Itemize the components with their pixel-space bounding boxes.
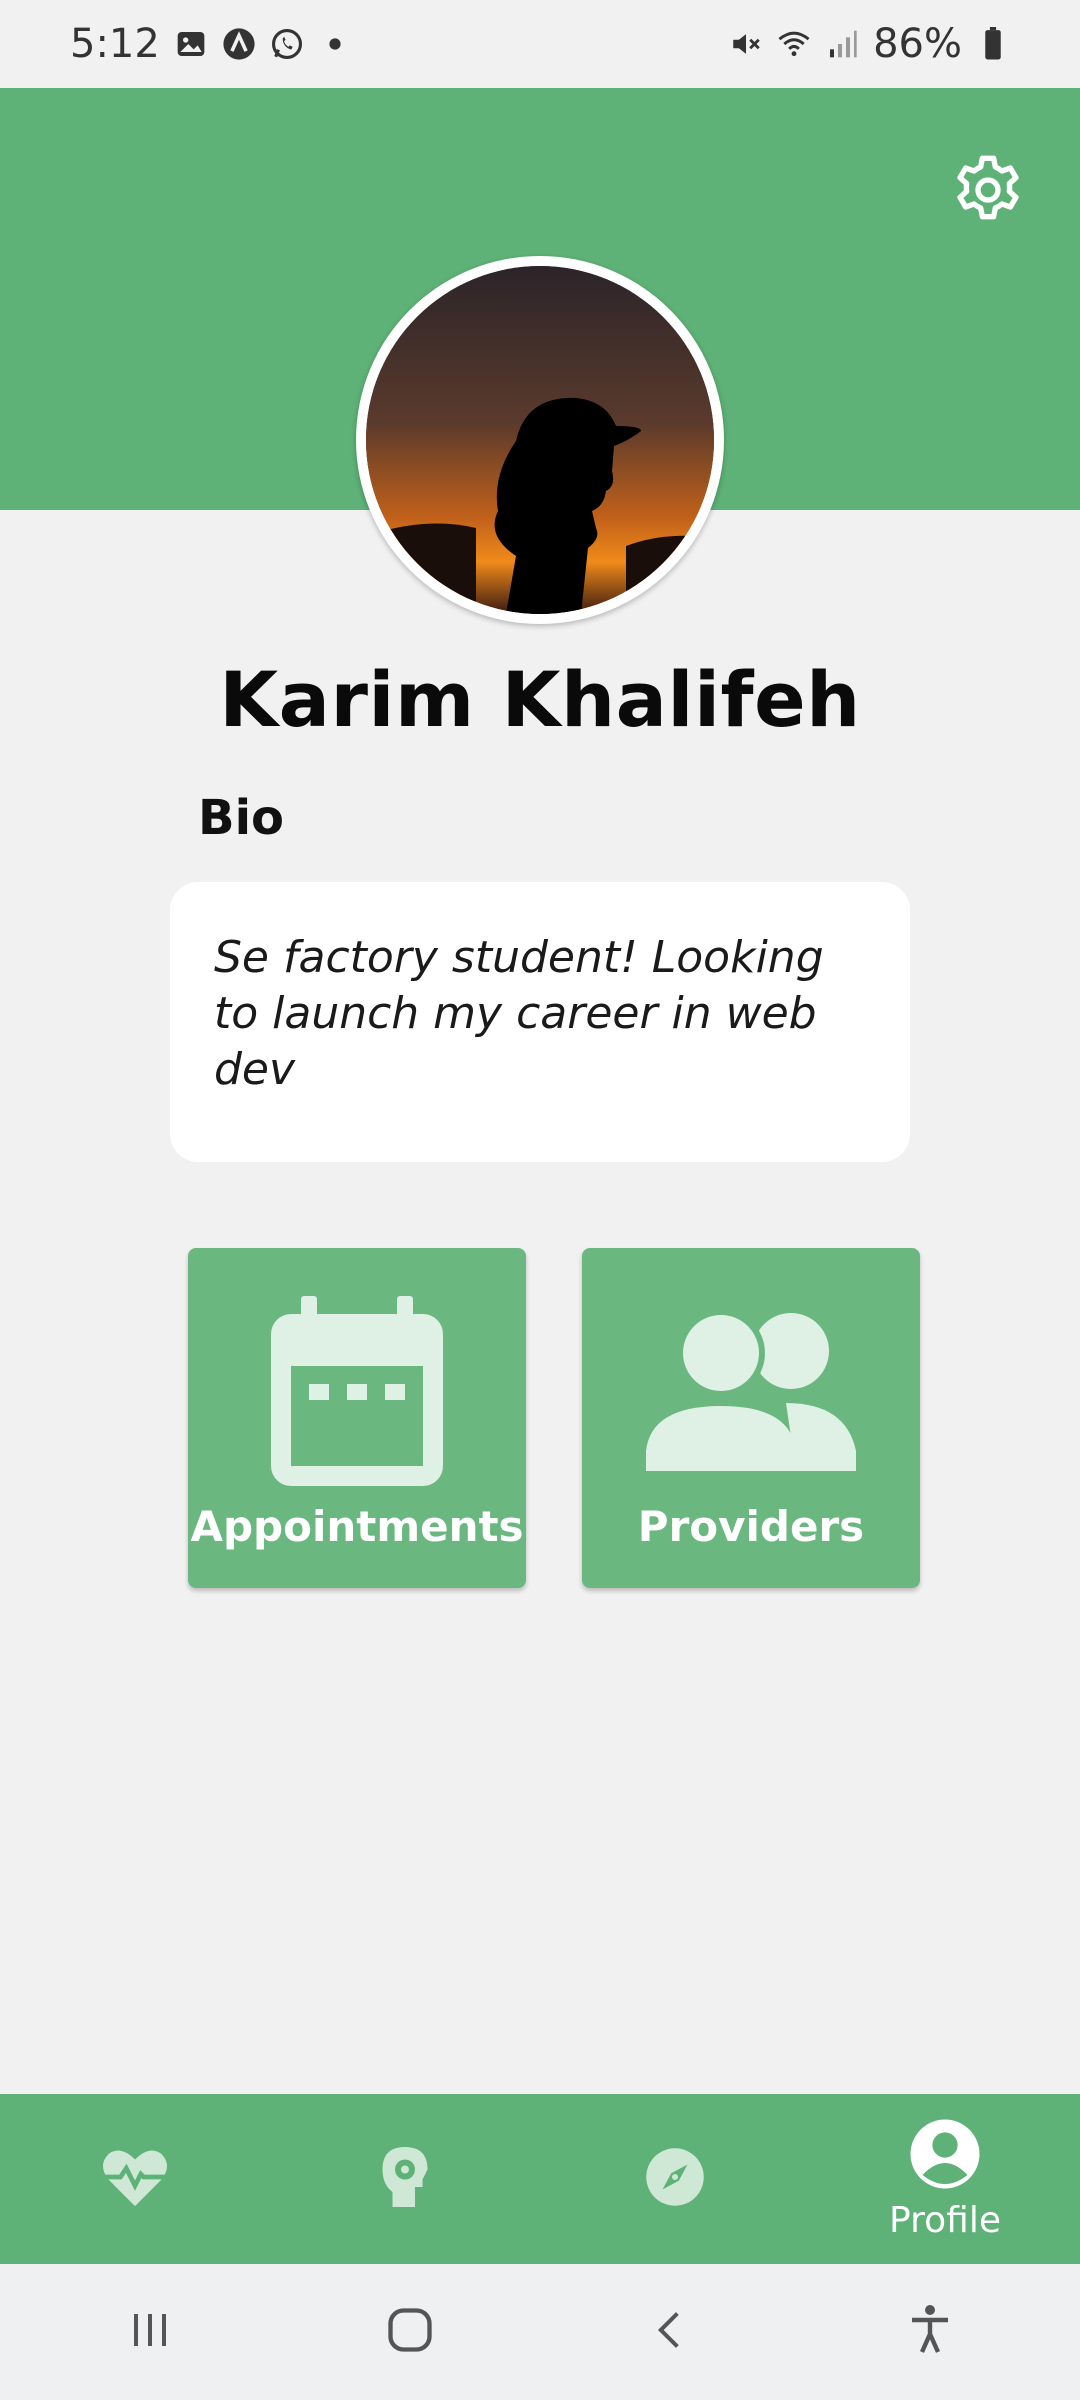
appointments-label: Appointments	[190, 1502, 524, 1551]
nav-label-profile: Profile	[889, 2199, 1001, 2241]
head-gear-icon	[379, 2147, 431, 2211]
avatar-silhouette	[366, 266, 714, 614]
recents-button[interactable]	[90, 2282, 210, 2382]
gallery-icon	[174, 27, 208, 61]
status-time: 5:12	[70, 21, 160, 67]
battery-percent: 86%	[873, 21, 962, 67]
signal-icon	[825, 27, 859, 61]
bio-label: Bio	[198, 790, 285, 846]
whatsapp-icon	[270, 27, 304, 61]
status-right: 86%	[729, 21, 1010, 67]
system-nav-bar	[0, 2264, 1080, 2400]
nav-item-mind[interactable]	[305, 2094, 505, 2264]
battery-icon	[976, 27, 1010, 61]
settings-button[interactable]	[944, 148, 1032, 236]
home-button[interactable]	[350, 2282, 470, 2382]
app-icon	[222, 27, 256, 61]
bottom-nav: Profile	[0, 2094, 1080, 2264]
nav-item-explore[interactable]	[575, 2094, 775, 2264]
profile-name: Karim Khalifeh	[219, 655, 861, 744]
profile-icon	[909, 2118, 981, 2194]
gear-icon	[948, 150, 1028, 234]
people-icon	[646, 1296, 856, 1486]
providers-button[interactable]: Providers	[582, 1248, 920, 1588]
status-bar: 5:12 86%	[0, 0, 1080, 88]
calendar-icon	[271, 1296, 443, 1486]
compass-icon	[645, 2147, 705, 2211]
wifi-icon	[777, 27, 811, 61]
appointments-button[interactable]: Appointments	[188, 1248, 526, 1588]
accessibility-icon	[906, 2304, 954, 2360]
bio-card: Se factory student! Looking to launch my…	[170, 882, 910, 1162]
back-icon	[648, 2306, 692, 2358]
recents-icon	[126, 2306, 174, 2358]
dot-icon	[318, 27, 352, 61]
nav-item-health[interactable]	[35, 2094, 235, 2264]
back-button[interactable]	[610, 2282, 730, 2382]
providers-label: Providers	[637, 1502, 865, 1551]
heart-pulse-icon	[99, 2145, 171, 2213]
avatar-frame[interactable]	[356, 256, 724, 624]
nav-item-profile[interactable]: Profile	[845, 2094, 1045, 2264]
status-left: 5:12	[70, 21, 352, 67]
mute-icon	[729, 27, 763, 61]
avatar	[366, 266, 714, 614]
accessibility-button[interactable]	[870, 2282, 990, 2382]
bio-text: Se factory student! Looking to launch my…	[214, 932, 824, 1095]
home-icon	[384, 2304, 436, 2360]
